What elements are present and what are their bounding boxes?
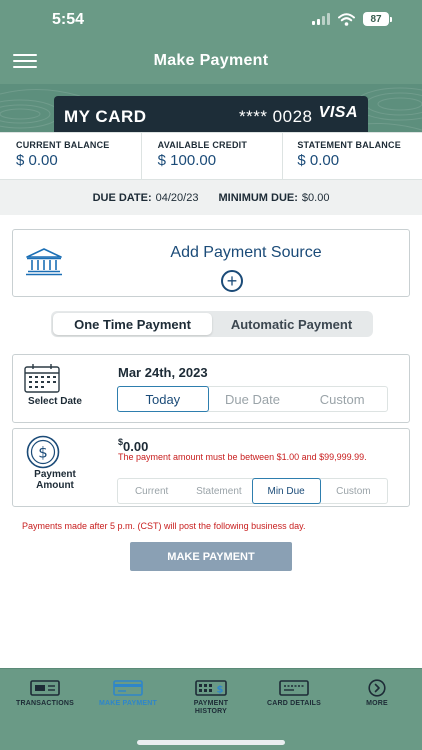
tab-transactions-label: TRANSACTIONS [15,700,74,707]
battery-icon: 87 [363,12,392,26]
select-date-label: Select Date [28,396,82,407]
minimum-due-value: $0.00 [301,191,330,204]
tab-payment-history-label: PAYMENT HISTORY [193,700,229,715]
cellular-signal-icon [312,13,330,25]
tab-more[interactable]: MORE [335,679,419,708]
app-header: 5:54 87 Make Payment [0,0,422,84]
due-info: DUE DATE: 04/20/23 MINIMUM DUE: $0.00 [0,180,422,215]
available-credit-label: AVAILABLE CREDIT [157,140,248,150]
due-date-label: DUE DATE: [92,191,152,204]
payment-amount-label-line1: Payment [34,469,76,480]
date-options: Today Due Date Custom [117,386,388,412]
current-balance: CURRENT BALANCE $ 0.00 [0,133,142,179]
home-indicator[interactable] [137,740,285,745]
statement-balance-label: STATEMENT BALANCE [297,140,401,150]
current-balance-label: CURRENT BALANCE [16,140,110,150]
statement-balance-value: $ 0.00 [297,152,340,169]
tab-more-label: MORE [366,700,388,707]
payment-amount-label: Payment Amount [13,469,97,491]
dollar-circle-icon: $ [26,435,60,469]
page-title: Make Payment [153,52,269,69]
tab-transactions[interactable]: TRANSACTIONS [3,679,87,708]
card-brand-logo: VISA [318,104,358,121]
cutoff-notice: Payments made after 5 p.m. (CST) will po… [22,521,306,531]
plus-circle-icon[interactable]: + [221,270,243,292]
currency-symbol: $ [118,437,124,447]
transactions-icon [30,680,60,696]
select-date-panel: Select Date Mar 24th, 2023 Today Due Dat… [12,354,410,423]
amount-options: Current Statement Min Due Custom [117,478,388,504]
make-payment-button[interactable]: MAKE PAYMENT [130,542,292,571]
available-credit: AVAILABLE CREDIT $ 100.00 [142,133,284,179]
payment-amount-label-line2: Amount [36,480,74,491]
card-details-icon [279,680,309,696]
statement-balance: STATEMENT BALANCE $ 0.00 [283,133,422,179]
date-option-custom[interactable]: Custom [297,387,387,411]
make-payment-icon [113,680,143,696]
tab-make-payment[interactable]: MAKE PAYMENT [86,679,170,708]
amount-option-current[interactable]: Current [118,479,185,503]
payment-amount-panel: $ Payment Amount $0.00 The payment amoun… [12,428,410,507]
battery-level: 87 [363,12,389,26]
amount-error-message: The payment amount must be between $1.00… [118,452,367,462]
status-icons: 87 [312,12,392,26]
selected-date: Mar 24th, 2023 [118,365,208,380]
available-credit-value: $ 100.00 [157,152,217,169]
calendar-icon [24,364,60,393]
tab-card-details-label: CARD DETAILS [267,700,321,707]
payment-history-icon: $ [195,680,227,696]
add-payment-source-button[interactable]: Add Payment Source + [12,229,410,297]
balance-summary: CURRENT BALANCE $ 0.00 AVAILABLE CREDIT … [0,132,422,180]
tab-payment-history[interactable]: $ PAYMENT HISTORY [169,679,253,715]
credit-card: MY CARD **** 0028 VISA [54,96,368,132]
tab-card-details[interactable]: CARD DETAILS [252,679,336,708]
amount-option-min-due[interactable]: Min Due [251,478,321,504]
card-number: **** 0028 [239,107,313,126]
date-option-today[interactable]: Today [117,386,209,412]
bottom-tab-bar: TRANSACTIONS MAKE PAYMENT $ PAYMENT HIST… [0,668,422,750]
tab-make-payment-label: MAKE PAYMENT [98,700,158,707]
one-time-payment-tab[interactable]: One Time Payment [53,313,212,335]
amount-option-custom[interactable]: Custom [320,479,387,503]
status-time: 5:54 [52,11,85,28]
payment-type-toggle: One Time Payment Automatic Payment [51,311,373,337]
date-option-due-date[interactable]: Due Date [208,387,298,411]
card-name: MY CARD [64,107,147,126]
more-icon [368,679,386,697]
wifi-icon [338,12,355,26]
amount-option-statement[interactable]: Statement [185,479,252,503]
automatic-payment-tab[interactable]: Automatic Payment [212,313,371,335]
current-balance-value: $ 0.00 [16,152,58,169]
due-date-value: 04/20/23 [155,191,199,204]
add-payment-source-label: Add Payment Source [170,244,322,261]
svg-text:$: $ [38,444,48,462]
minimum-due-label: MINIMUM DUE: [218,191,298,204]
svg-text:$: $ [217,685,224,696]
